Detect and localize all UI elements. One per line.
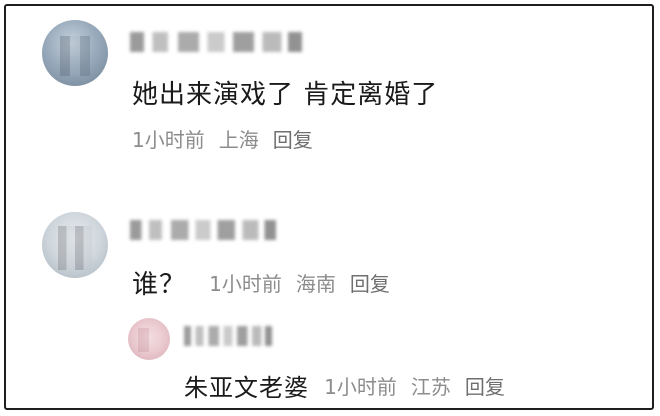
blurred-username xyxy=(130,220,276,240)
avatar-mosaic xyxy=(138,328,160,352)
reply-button[interactable]: 回复 xyxy=(273,128,313,152)
reply-button[interactable]: 回复 xyxy=(350,272,390,296)
avatar-mosaic xyxy=(60,36,90,76)
reply-meta: 1小时前 江苏 回复 xyxy=(324,371,519,400)
blurred-username xyxy=(184,326,272,346)
avatar[interactable] xyxy=(42,212,108,278)
avatar-mosaic xyxy=(58,226,92,270)
comment-text: 她出来演戏了 肯定离婚了 xyxy=(132,80,439,110)
avatar[interactable] xyxy=(128,318,170,360)
comment-time: 1小时前 xyxy=(209,272,282,296)
comment-meta: 1小时前 上海 回复 xyxy=(132,124,327,153)
comment-text: 谁？ xyxy=(132,270,187,300)
reply-location: 江苏 xyxy=(410,375,451,399)
comment-meta: 1小时前 海南 回复 xyxy=(209,268,404,297)
reply-body-row: 朱亚文老婆 1小时前 江苏 回复 xyxy=(184,368,519,403)
comment-location: 上海 xyxy=(218,128,259,152)
reply-text: 朱亚文老婆 xyxy=(184,374,309,402)
comment-time: 1小时前 xyxy=(132,128,205,152)
reply-time: 1小时前 xyxy=(324,375,397,399)
blurred-username xyxy=(130,32,302,52)
comment-thread: 她出来演戏了 肯定离婚了 1小时前 上海 回复 谁？ 1小时前 海南 回复 朱亚文老婆 … xyxy=(4,4,654,410)
comment-body-row: 谁？ 1小时前 海南 回复 xyxy=(132,264,404,301)
comment-location: 海南 xyxy=(295,272,336,296)
avatar[interactable] xyxy=(42,20,108,86)
reply-button[interactable]: 回复 xyxy=(465,375,505,399)
